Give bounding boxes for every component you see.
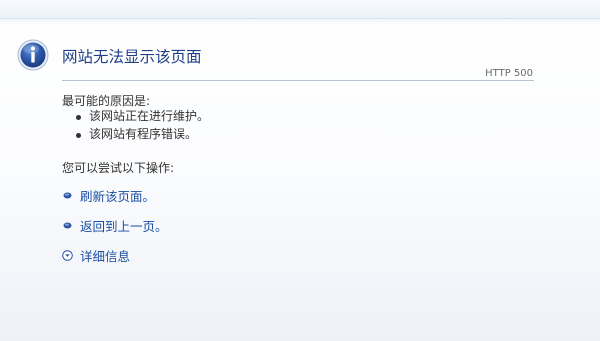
- page-title: 网站无法显示该页面: [62, 48, 202, 66]
- info-icon: [17, 39, 49, 71]
- link-bullet-icon: [63, 222, 72, 228]
- top-band-glow: [0, 19, 600, 25]
- title-divider: [62, 80, 534, 81]
- cause-item: 该网站有程序错误。: [76, 126, 209, 144]
- bullet-icon: [76, 132, 81, 138]
- actions-heading: 您可以尝试以下操作:: [62, 161, 175, 175]
- more-information-label[interactable]: 详细信息: [80, 246, 130, 265]
- more-information-toggle[interactable]: 详细信息: [62, 246, 130, 264]
- http-status-code: HTTP 500: [485, 68, 533, 79]
- causes-heading: 最可能的原因是:: [62, 94, 151, 108]
- cause-item-text: 该网站有程序错误。: [89, 126, 198, 141]
- refresh-page-link[interactable]: 刷新该页面。: [62, 186, 155, 204]
- bullet-icon: [76, 115, 81, 120]
- refresh-page-label[interactable]: 刷新该页面。: [80, 186, 155, 205]
- cause-item: 该网站正在进行维护。: [76, 108, 209, 126]
- chevron-down-circle-icon[interactable]: [62, 249, 73, 261]
- cause-item-text: 该网站正在进行维护。: [89, 109, 210, 123]
- go-back-link[interactable]: 返回到上一页。: [62, 216, 168, 234]
- causes-list: 该网站正在进行维护。 该网站有程序错误。: [76, 108, 209, 143]
- top-band: [0, 0, 600, 19]
- link-bullet-icon: [63, 192, 72, 198]
- go-back-label[interactable]: 返回到上一页。: [80, 216, 168, 235]
